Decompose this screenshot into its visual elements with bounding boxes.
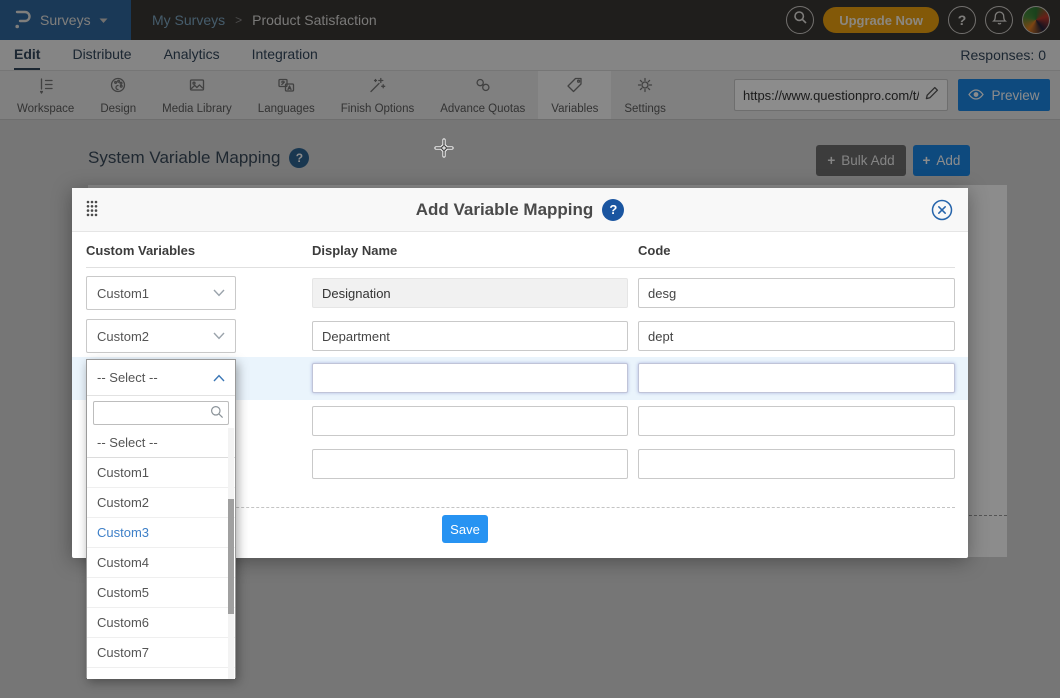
modal-title: Add Variable Mapping <box>416 200 594 220</box>
chevron-down-icon <box>213 289 225 297</box>
option-custom3[interactable]: Custom3 <box>87 518 235 548</box>
mapping-row-1: Custom1 <box>86 272 955 315</box>
column-headers: Custom Variables Display Name Code <box>86 232 955 268</box>
dropdown-scrollbar-thumb[interactable] <box>228 499 234 614</box>
code-input-2[interactable] <box>638 321 955 351</box>
modal-header: Add Variable Mapping ? <box>72 188 968 232</box>
dropdown-options-list: -- Select -- Custom1 Custom2 Custom3 Cus… <box>87 428 235 679</box>
display-name-input-2[interactable] <box>312 321 628 351</box>
option-custom4[interactable]: Custom4 <box>87 548 235 578</box>
display-name-input-1[interactable] <box>312 278 628 308</box>
column-display-name: Display Name <box>312 243 397 258</box>
variable-select-1[interactable]: Custom1 <box>86 276 236 310</box>
display-name-input-5[interactable] <box>312 449 628 479</box>
option-custom2[interactable]: Custom2 <box>87 488 235 518</box>
code-input-5[interactable] <box>638 449 955 479</box>
option-select[interactable]: -- Select -- <box>87 428 235 458</box>
option-custom6[interactable]: Custom6 <box>87 608 235 638</box>
option-partial[interactable] <box>87 668 235 679</box>
code-input-4[interactable] <box>638 406 955 436</box>
dropdown-control[interactable]: -- Select -- <box>87 360 235 396</box>
app-window: Surveys My Surveys > Product Satisfactio… <box>0 0 1060 698</box>
magnifier-icon <box>210 405 224 419</box>
code-input-3[interactable] <box>638 363 955 393</box>
variable-select-dropdown: -- Select -- -- Select -- Custom1 Custom… <box>86 359 236 678</box>
close-icon[interactable] <box>930 198 954 222</box>
save-button[interactable]: Save <box>442 515 488 543</box>
column-custom-variables: Custom Variables <box>86 243 195 258</box>
drag-handle-icon[interactable] <box>86 200 98 222</box>
dropdown-search-input[interactable] <box>93 401 229 425</box>
code-input-1[interactable] <box>638 278 955 308</box>
option-custom7[interactable]: Custom7 <box>87 638 235 668</box>
dropdown-search <box>87 396 235 428</box>
column-code: Code <box>638 243 671 258</box>
option-custom5[interactable]: Custom5 <box>87 578 235 608</box>
variable-select-2[interactable]: Custom2 <box>86 319 236 353</box>
chevron-down-icon <box>213 332 225 340</box>
display-name-input-3[interactable] <box>312 363 628 393</box>
modal-help-icon[interactable]: ? <box>602 199 624 221</box>
mapping-row-2: Custom2 <box>86 315 955 358</box>
chevron-up-icon <box>213 374 225 382</box>
option-custom1[interactable]: Custom1 <box>87 458 235 488</box>
display-name-input-4[interactable] <box>312 406 628 436</box>
